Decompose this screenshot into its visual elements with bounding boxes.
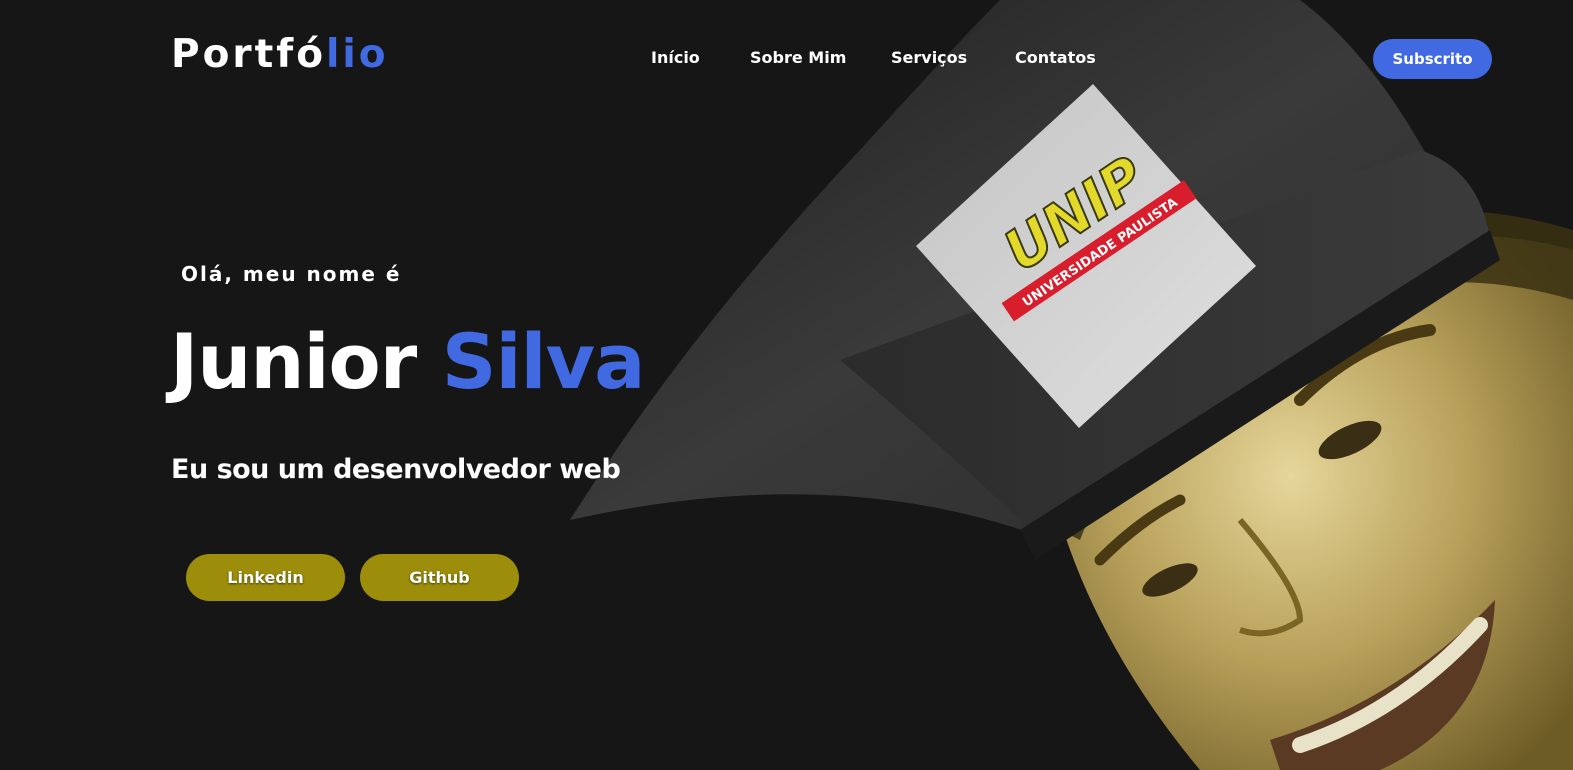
portfolio-page: UNIP UNIVERSIDADE PAULISTA Portfólio Iní… [0,0,1573,770]
linkedin-button[interactable]: Linkedin [186,554,345,601]
github-button[interactable]: Github [360,554,519,601]
hero-last-name: Silva [441,317,646,406]
hero-photo: UNIP UNIVERSIDADE PAULISTA [540,0,1573,770]
nav-link-sobre-mim[interactable]: Sobre Mim [750,48,846,67]
hero-greeting: Olá, meu nome é [181,262,402,286]
hero-name: Junior Silva [170,317,646,406]
hero-role: Eu sou um desenvolvedor web [171,454,621,485]
subscribe-button[interactable]: Subscrito [1373,39,1492,79]
nav-link-contatos[interactable]: Contatos [1015,48,1096,67]
nav-link-inicio[interactable]: Início [651,48,700,67]
hero-first-name: Junior [170,317,417,406]
main-nav: Início Sobre Mim Serviços Contatos [0,48,1573,72]
nav-link-servicos[interactable]: Serviços [891,48,967,67]
